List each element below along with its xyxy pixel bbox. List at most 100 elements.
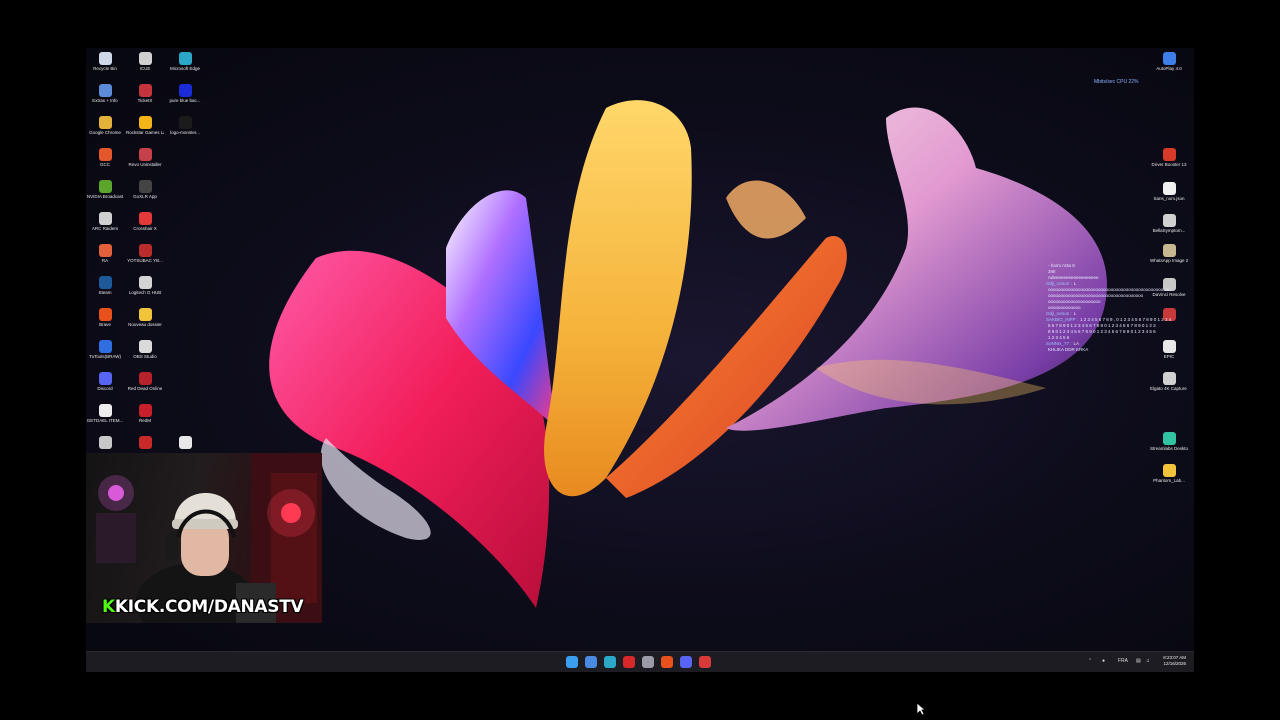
tray-chevron-icon[interactable]: ⌃ (1088, 658, 1092, 664)
brave-taskbar-icon[interactable] (661, 656, 673, 668)
desktop-shortcut[interactable] (166, 372, 204, 386)
desktop-shortcut[interactable] (86, 436, 124, 450)
desktop-shortcut[interactable]: Logitech G HUB (126, 276, 164, 295)
blank-icon (179, 340, 192, 353)
desktop-shortcut-label: Microsoft Edge (169, 66, 200, 71)
network-status-widget: Mbits/sec CPU 22% (1094, 79, 1138, 85)
desktop-shortcut-label: ARC Raiders (91, 226, 119, 231)
desktop-shortcut[interactable]: Revo Uninstaller (126, 148, 164, 167)
chat-text: - harm m3a 8 (1048, 263, 1075, 268)
ticket-taskbar-icon[interactable] (699, 656, 711, 668)
desktop-shortcut-label: Elgato 4K Capture Utility (1150, 386, 1188, 391)
tray-volume-icon[interactable]: ♫ (1146, 658, 1150, 664)
desktop-shortcut[interactable] (166, 212, 204, 226)
desktop-shortcut-label: Logitech G HUB (128, 290, 162, 295)
app-icon (98, 436, 112, 449)
desktop-shortcut[interactable]: Google Chrome (86, 116, 124, 135)
desktop-shortcut[interactable]: NVIDIA Broadcast (86, 180, 124, 199)
app-icon (1162, 214, 1176, 227)
desktop-shortcut-label: Nouveau dossier (128, 322, 162, 327)
desktop-shortcut[interactable]: RA (86, 244, 124, 263)
desktop-shortcut[interactable]: Crosshair X (126, 212, 164, 231)
folder-icon (1162, 464, 1176, 477)
image-file-icon (178, 84, 192, 97)
goxlr-icon (138, 180, 152, 193)
desktop-shortcut[interactable]: GETDAEL ITEM... (86, 404, 124, 423)
desktop-shortcut[interactable] (166, 436, 204, 450)
windows-start-icon[interactable] (566, 656, 578, 668)
desktop-shortcut[interactable]: TuTools(BRAW) (86, 340, 124, 359)
desktop-shortcut[interactable] (126, 436, 164, 450)
desktop-shortcut[interactable]: Red Dead Online (126, 372, 164, 391)
desktop-shortcut[interactable]: Microsoft Edge (166, 52, 204, 71)
desktop-shortcut-label: Extras + Info (92, 98, 118, 103)
desktop-shortcut[interactable]: Discord (86, 372, 124, 391)
blank-icon (179, 244, 192, 257)
desktop-shortcut[interactable]: Nouveau dossier (126, 308, 164, 327)
chat-text: oooooooooooooooooooooooooooooooooooooo (1048, 293, 1144, 298)
desktop-shortcut[interactable] (166, 404, 204, 418)
desktop-shortcut[interactable]: pure blue bac... (166, 84, 204, 103)
file-explorer-icon[interactable] (585, 656, 597, 668)
desktop-shortcut[interactable]: Extras + Info (86, 84, 124, 103)
app-icon (138, 244, 152, 257)
tray-mic-icon[interactable]: ● (1102, 658, 1105, 664)
desktop-shortcut[interactable] (166, 276, 204, 290)
desktop-shortcut[interactable]: RedM (126, 404, 164, 423)
taskbar-clock[interactable]: 8:23:07 AM 12/16/2026 (1163, 655, 1186, 667)
chat-text: ooooooooooooooooooooo (1048, 299, 1101, 304)
desktop-shortcut[interactable]: Steam (86, 276, 124, 295)
steam-icon (98, 276, 112, 289)
desktop-shortcut[interactable]: Rockstar Games Launcher (126, 116, 164, 135)
document-icon (1162, 182, 1176, 195)
settings-taskbar-icon[interactable] (642, 656, 654, 668)
desktop-shortcut[interactable]: ARC Raiders (86, 212, 124, 231)
desktop-shortcut[interactable] (166, 244, 204, 258)
network-status-text: Mbits/sec CPU 22% (1094, 79, 1139, 85)
desktop-shortcut[interactable] (166, 340, 204, 354)
desktop-shortcut[interactable]: TicketX (126, 84, 164, 103)
chat-text: 1 2 3 4 5 6 7 8 9 , 0 1 2 3 4 5 6 7 8 9 … (1079, 317, 1172, 322)
autoplay-icon (1162, 52, 1176, 65)
tray-network-icon[interactable]: ▤ (1136, 658, 1141, 664)
driver-booster-icon (1162, 148, 1176, 161)
tray-language[interactable]: FRA (1118, 658, 1128, 664)
desktop-shortcut[interactable]: Brave (86, 308, 124, 327)
blank-icon (179, 180, 192, 193)
taskbar: ⌃ ● FRA ▤ ♫ 8:23:07 AM 12/16/2026 (86, 651, 1194, 672)
desktop-shortcut[interactable] (166, 180, 204, 194)
desktop-shortcut-label: Revo Uninstaller (128, 162, 162, 167)
desktop-shortcut[interactable]: Sans_nom.json (1150, 182, 1188, 201)
desktop-shortcut[interactable]: Streamlabs Desktop (1150, 432, 1188, 451)
desktop-shortcut[interactable]: YOTSUBAC YB... (126, 244, 164, 263)
desktop-shortcut-label: Phantom_Lab... (1153, 478, 1185, 483)
chat-text: 3IIII (1048, 269, 1056, 274)
chat-text: 5 6 7 8 9 0 1 2 3 4 5 6 7 8 9 0 1 2 3 4 … (1048, 323, 1156, 328)
red-app-taskbar-icon[interactable] (623, 656, 635, 668)
desktop-shortcut[interactable] (166, 148, 204, 162)
streamlabs-icon (1162, 432, 1176, 445)
desktop-shortcut[interactable]: Phantom_Lab... (1150, 464, 1188, 483)
desktop-shortcut[interactable]: BellaSymptom... (1150, 214, 1188, 233)
desktop-shortcut-label: OBS Studio (133, 354, 157, 359)
chat-text: LA (1073, 341, 1080, 346)
discord-taskbar-icon[interactable] (680, 656, 692, 668)
desktop-shortcut[interactable]: WhatsApp Image 2025-1... (1150, 244, 1188, 263)
desktop-shortcut-label: YOTSUBAC YB... (127, 258, 163, 263)
desktop-shortcut[interactable]: Elgato 4K Capture Utility (1150, 372, 1188, 391)
chat-text: KHLIKA DDR KRKA (1048, 347, 1089, 352)
desktop-shortcut[interactable]: OBS Studio (126, 340, 164, 359)
stream-chat-overlay: - harm m3a 8 3IIII Adeeeeeeeeeeeeeeeeee Odj… (1046, 263, 1194, 353)
desktop-shortcut[interactable]: GCC (86, 148, 124, 167)
blank-icon (179, 148, 192, 161)
desktop-shortcut[interactable]: GoXLR App (126, 180, 164, 199)
desktop-shortcut[interactable]: Recycle Bin (86, 52, 124, 71)
chat-text: Adeeeeeeeeeeeeeeeeee (1048, 275, 1099, 280)
desktop-shortcut[interactable]: logo-monster... (166, 116, 204, 135)
desktop-shortcut[interactable]: Driver Booster 13 (1150, 148, 1188, 167)
icue-icon (138, 52, 152, 65)
desktop-shortcut[interactable]: AutoPlay 4.0 (1150, 52, 1188, 71)
desktop-shortcut[interactable] (166, 308, 204, 322)
edge-taskbar-icon[interactable] (604, 656, 616, 668)
desktop-shortcut[interactable]: ICUE (126, 52, 164, 71)
